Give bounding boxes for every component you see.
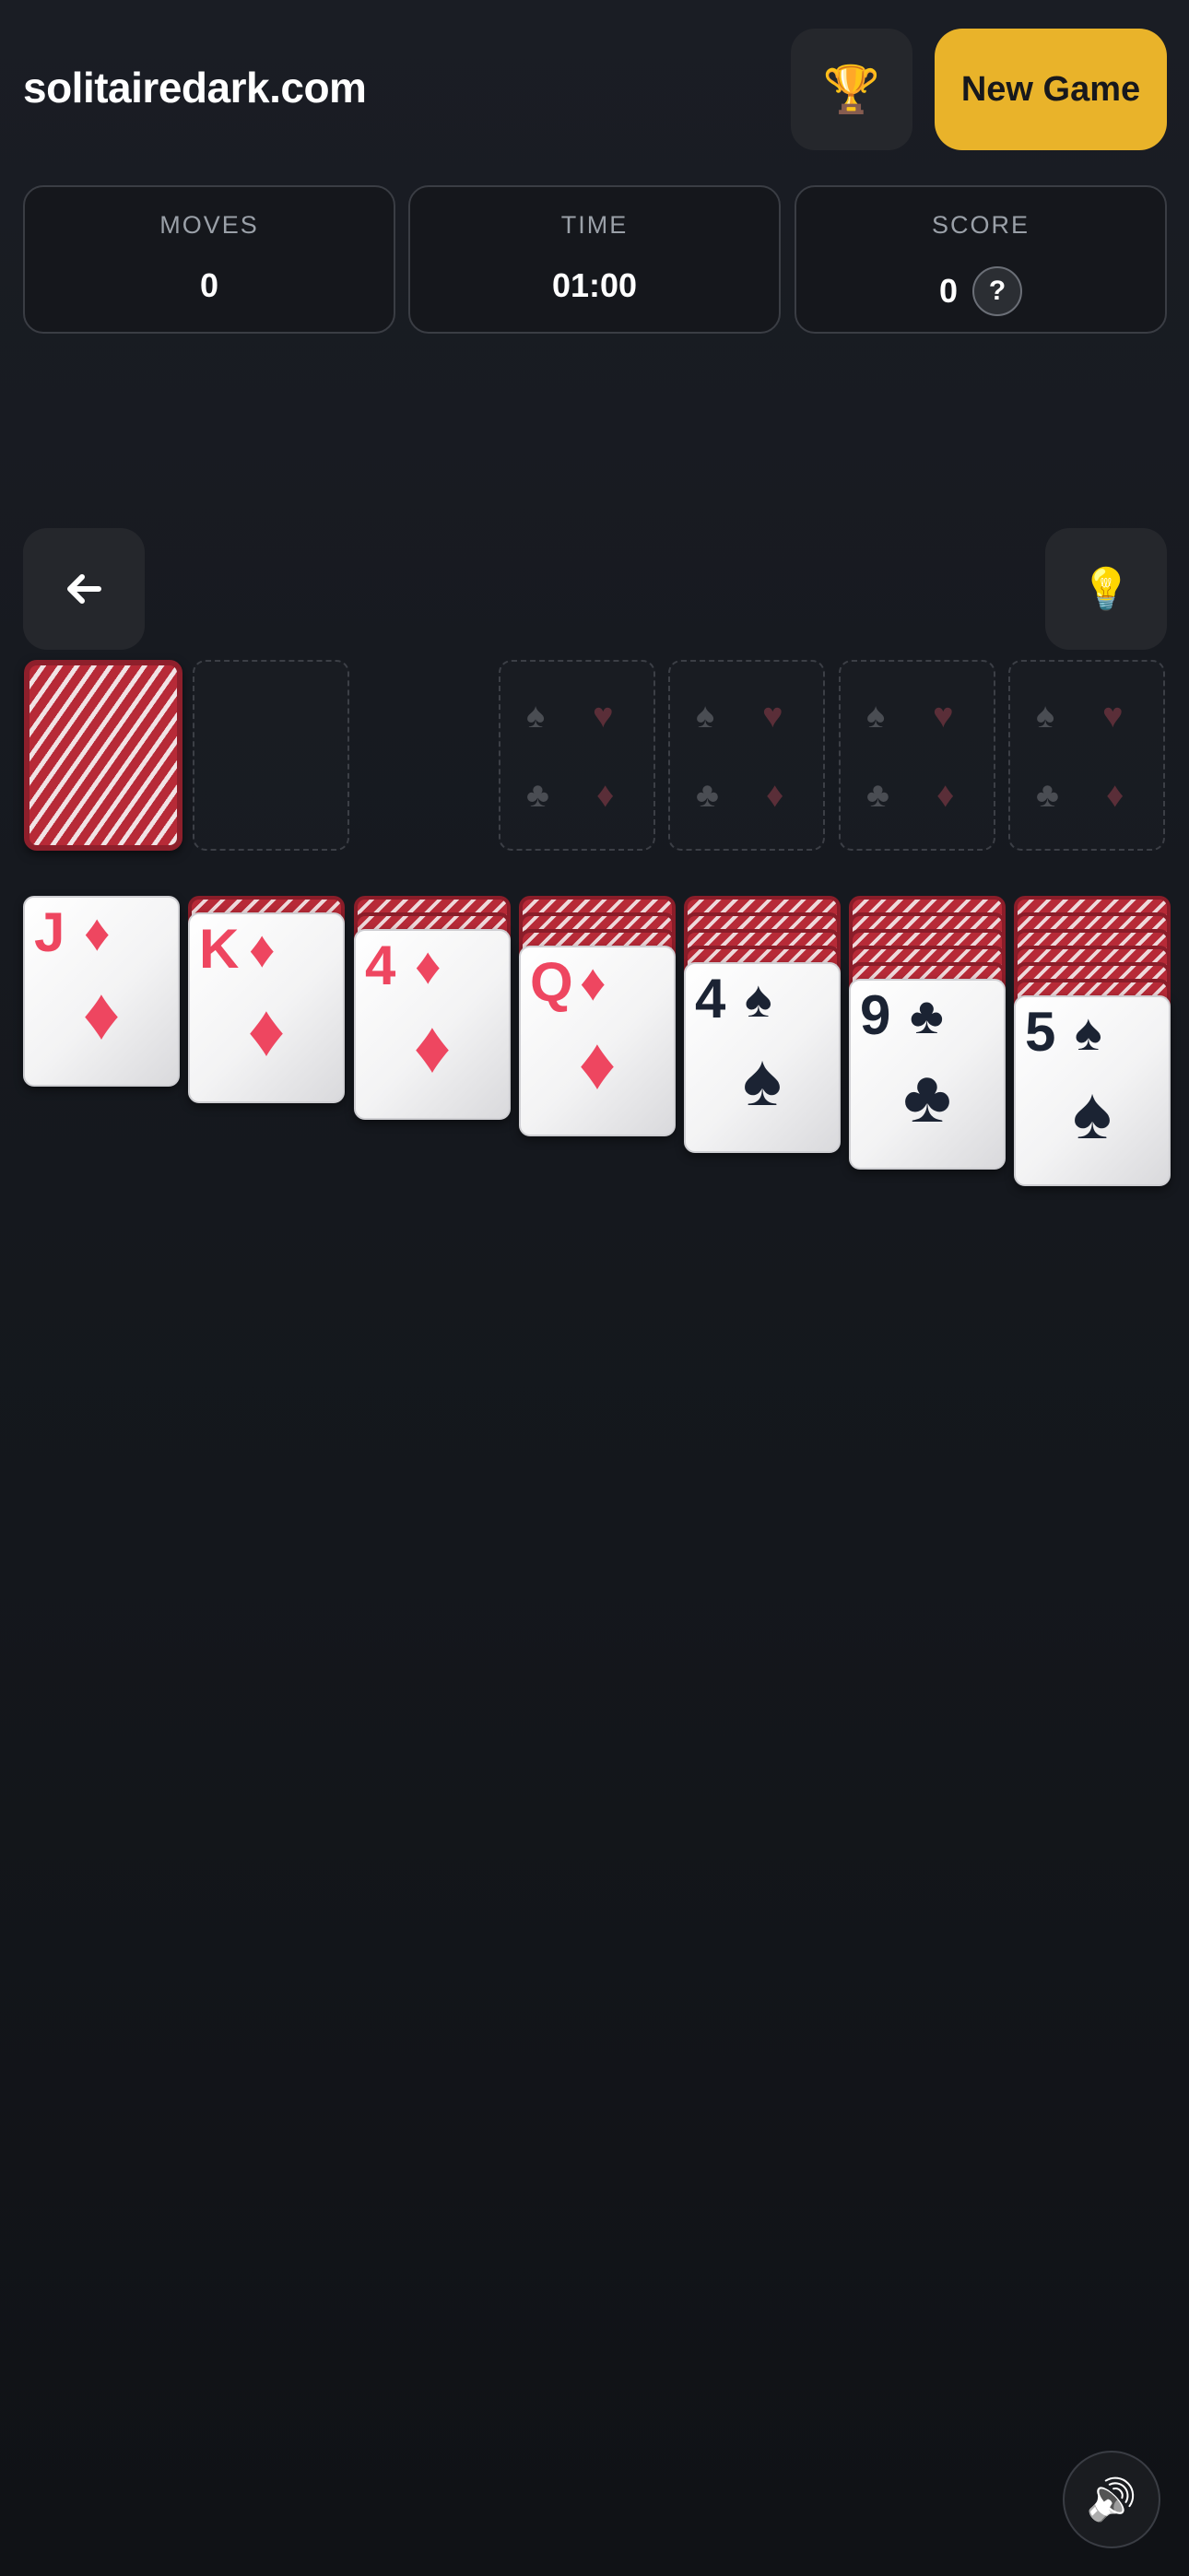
foundation-suit-icon: ♠ (1036, 697, 1055, 735)
foundation-suit-icon: ♠ (696, 697, 715, 735)
foundation-suit-icon: ♣ (866, 776, 889, 815)
card-rank: Q (530, 951, 573, 1013)
card-suit-icon: ♣ (910, 986, 944, 1044)
card-suit-icon: ♦ (84, 903, 111, 961)
card-rank: 9 (860, 984, 891, 1046)
moves-value: 0 (199, 266, 219, 304)
foundation-pile[interactable]: ♠ ♥ ♣ ♦ (1008, 660, 1165, 851)
foundation-suit-icon: ♣ (526, 776, 549, 815)
arrow-left-icon (67, 574, 101, 604)
foundation-pile[interactable]: ♠ ♥ ♣ ♦ (668, 660, 825, 851)
playing-card[interactable]: K ♦ ♦ (188, 912, 345, 1103)
score-help-icon[interactable]: ? (972, 266, 1023, 316)
site-title[interactable]: solitairedark.com (23, 63, 367, 112)
moves-label: MOVES (159, 211, 259, 239)
new-game-button[interactable]: New Game (935, 29, 1167, 150)
stock-pile[interactable] (24, 660, 182, 851)
playing-card[interactable]: Q ♦ ♦ (519, 946, 676, 1136)
hint-button[interactable]: 💡 (1045, 528, 1167, 650)
card-suit-icon: ♠ (1075, 1003, 1102, 1061)
time-value: 01:00 (551, 266, 638, 304)
foundation-suit-icon: ♥ (933, 697, 954, 735)
foundation-suit-icon: ♠ (526, 697, 546, 735)
foundation-suit-icon: ♠ (866, 697, 886, 735)
foundation-suit-icon: ♦ (1106, 776, 1124, 815)
time-stat: TIME 01:00 (408, 185, 781, 334)
foundation-pile[interactable]: ♠ ♥ ♣ ♦ (839, 660, 995, 851)
leaderboard-button[interactable]: 🏆 (791, 29, 912, 150)
card-suit-icon: ♦ (580, 953, 606, 1011)
score-value: 0 ? (796, 266, 1165, 316)
playing-card[interactable]: 5 ♠ ♠ (1014, 995, 1171, 1186)
foundation-suit-icon: ♣ (696, 776, 719, 815)
playing-card[interactable]: 4 ♠ ♠ (684, 962, 841, 1153)
waste-pile[interactable] (193, 660, 349, 851)
card-rank: 5 (1025, 1001, 1056, 1063)
card-suit-large-icon: ♦ (578, 1022, 617, 1104)
card-suit-large-icon: ♦ (82, 972, 121, 1054)
foundation-suit-icon: ♥ (1102, 697, 1124, 735)
playing-card[interactable]: J ♦ ♦ (23, 896, 180, 1087)
foundation-suit-icon: ♦ (936, 776, 955, 815)
undo-button[interactable] (23, 528, 145, 650)
card-suit-large-icon: ♦ (413, 1006, 452, 1088)
foundation-suit-icon: ♥ (593, 697, 614, 735)
card-suit-large-icon: ♣ (902, 1055, 952, 1137)
card-rank: K (199, 918, 240, 980)
time-label: TIME (560, 211, 629, 239)
foundation-pile[interactable]: ♠ ♥ ♣ ♦ (499, 660, 655, 851)
card-suit-icon: ♦ (415, 936, 441, 994)
card-suit-icon: ♦ (249, 920, 276, 978)
sound-toggle-button[interactable]: 🔊 (1063, 2451, 1160, 2548)
card-rank: 4 (365, 935, 396, 996)
playing-card[interactable]: 9 ♣ ♣ (849, 979, 1006, 1170)
playing-card[interactable]: 4 ♦ ♦ (354, 929, 511, 1120)
lightbulb-icon: 💡 (1080, 567, 1132, 612)
score-stat: SCORE 0 ? (795, 185, 1167, 334)
foundation-suit-icon: ♦ (766, 776, 784, 815)
foundation-suit-icon: ♦ (596, 776, 615, 815)
foundation-suit-icon: ♥ (762, 697, 783, 735)
moves-stat: MOVES 0 (23, 185, 395, 334)
card-suit-icon: ♠ (745, 970, 772, 1028)
foundation-suit-icon: ♣ (1036, 776, 1059, 815)
card-rank: J (34, 901, 65, 963)
card-rank: 4 (695, 968, 726, 1029)
speaker-icon: 🔊 (1086, 2477, 1137, 2523)
score-label: SCORE (931, 211, 1030, 239)
card-suit-large-icon: ♦ (247, 989, 286, 1071)
card-suit-large-icon: ♠ (742, 1039, 783, 1121)
card-suit-large-icon: ♠ (1072, 1072, 1112, 1154)
trophy-icon: 🏆 (822, 63, 881, 115)
